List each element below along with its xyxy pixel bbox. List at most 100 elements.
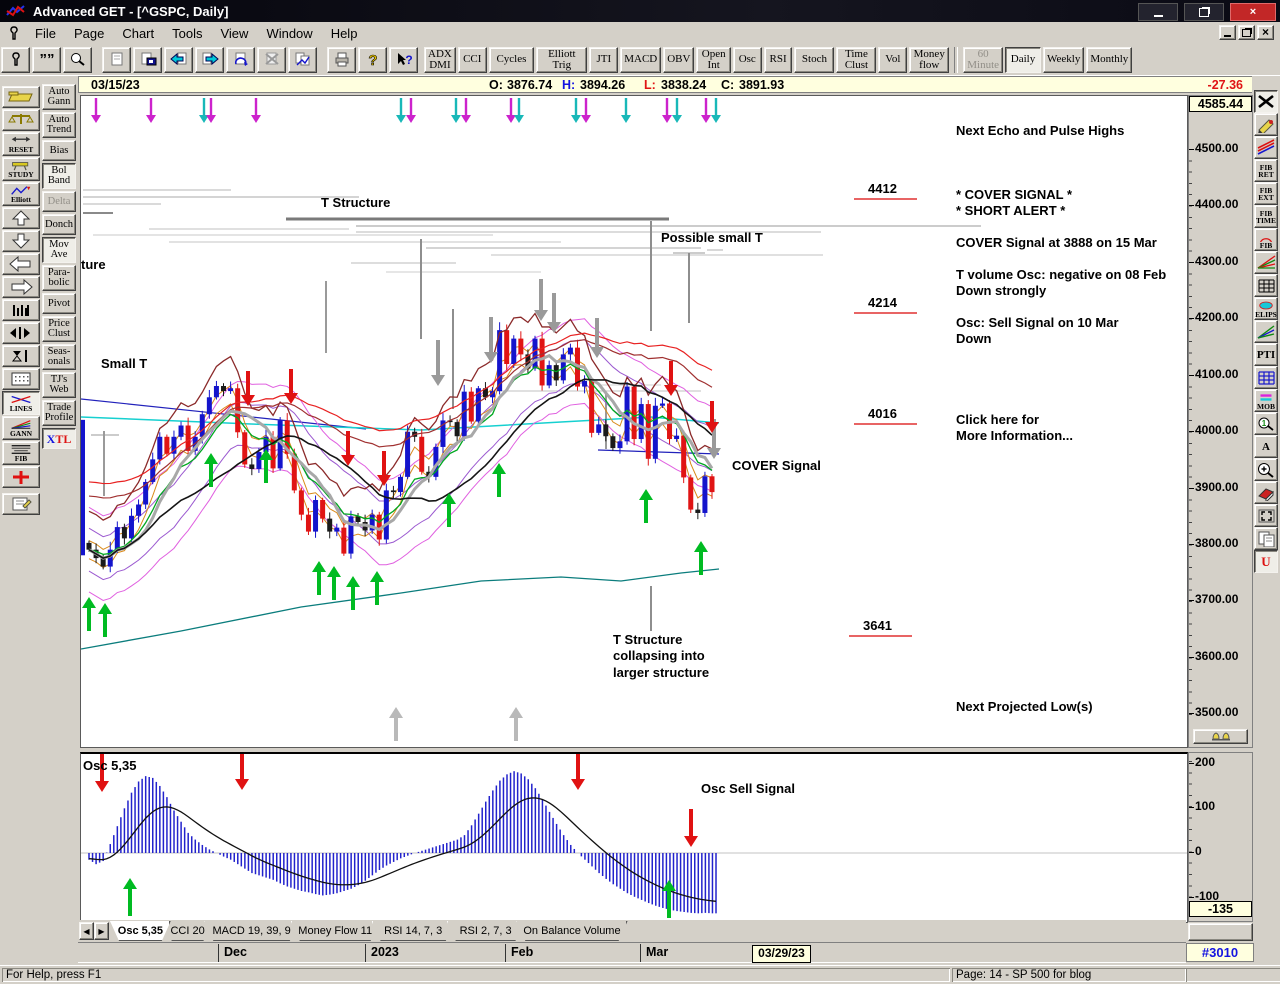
study-button-stoch[interactable]: Stoch [794,46,835,73]
minimize-button[interactable] [1138,3,1178,21]
menu-window[interactable]: Window [257,24,321,43]
osc-axis-blank-button[interactable] [1188,923,1253,941]
period-button-weekly[interactable]: Weekly [1043,46,1085,73]
tab-osc-5-35[interactable]: Osc 5,35 [110,921,171,941]
study-button-open[interactable]: Open Int [696,46,731,73]
fib-extension-button[interactable]: FIB EXT [1254,182,1278,205]
elliott-button[interactable]: Elliott [2,182,40,206]
sidebar-study-tj's-web[interactable]: TJ's Web [42,372,76,398]
fib-button[interactable]: FIB [2,441,40,465]
reset-button[interactable]: RESET [2,132,40,156]
eraser-button[interactable] [1254,481,1278,504]
study-button[interactable]: STUDY [2,157,40,181]
parallel-lines-button[interactable] [1254,136,1278,159]
tab-cci-20[interactable]: CCI 20 [163,921,213,941]
tab-money-flow-11[interactable]: Money Flow 11 [291,921,380,941]
sidebar-study-trade-profile[interactable]: Trade Profile [42,400,76,426]
sidebar-study-seas--onals[interactable]: Seas- onals [42,344,76,370]
indicator-scales-button[interactable] [2,109,40,131]
delete-page-button[interactable] [257,46,286,73]
help-button[interactable]: ? [358,46,387,73]
grid-button[interactable] [1254,274,1278,297]
zoom-in-button[interactable] [1254,458,1278,481]
study-button-macd[interactable]: MACD [620,46,662,73]
copy-pages-button[interactable] [1254,527,1278,550]
period-button-60-minute[interactable]: 60 Minute [963,46,1004,73]
study-button-adx[interactable]: ADX DMI [424,46,456,73]
shuffle-pages-button[interactable] [288,46,317,73]
bar-step-button[interactable] [2,322,40,344]
grid-dots-button[interactable] [2,368,40,390]
mdi-close-button[interactable]: × [1257,25,1274,40]
gann-button[interactable]: GANN [2,416,40,440]
study-button-osc[interactable]: Osc [732,46,762,73]
notes-button[interactable] [2,493,40,515]
fib-time-button[interactable]: FIB TIME [1254,205,1278,228]
tab-scroll-right-button[interactable]: ▶ [94,922,109,940]
reload-page-button[interactable] [226,46,255,73]
fan-lines-button[interactable] [1254,251,1278,274]
sidebar-study-bias[interactable]: Bias [42,140,76,161]
end-date-box[interactable]: 03/29/23 [752,945,811,963]
more-info-link[interactable]: Click here for [956,412,1039,427]
save-page-button[interactable] [133,46,162,73]
sidebar-study-bol-band[interactable]: Bol Band [42,163,76,189]
search-button[interactable] [63,46,92,73]
study-button-vol[interactable]: Vol [878,46,908,73]
tab-on-balance-volume[interactable]: On Balance Volume [516,921,627,941]
text-tool-button[interactable]: A [1254,435,1278,458]
menu-help[interactable]: Help [322,24,367,43]
sidebar-study-auto-gann[interactable]: Auto Gann [42,84,76,110]
context-help-button[interactable]: ? [389,46,418,73]
new-page-button[interactable] [102,46,131,73]
study-button-jti[interactable]: JTI [589,46,619,73]
study-button-time[interactable]: Time Clust [836,46,877,73]
arrow-down-button[interactable] [2,230,40,252]
prev-page-button[interactable] [164,46,193,73]
expand-button[interactable] [1254,504,1278,527]
tab-macd-19-39-9[interactable]: MACD 19, 39, 9 [204,921,298,941]
bar-compress-button[interactable] [2,299,40,321]
mob-button[interactable]: MOB [1254,389,1278,412]
pin-button[interactable] [1,46,30,73]
pitchfork-button[interactable] [1254,320,1278,343]
arrow-up-button[interactable] [2,207,40,229]
sidebar-study-donch[interactable]: Donch [42,214,76,235]
open-folder-button[interactable] [2,86,40,108]
find-value-button[interactable]: 1 [1254,412,1278,435]
fib-arc-button[interactable]: FIB [1254,228,1278,251]
arrow-right-button[interactable] [2,276,40,298]
lines-button[interactable]: LINES [2,391,40,415]
period-button-daily[interactable]: Daily [1005,46,1042,73]
sidebar-study-mov-ave[interactable]: Mov Ave [42,237,76,263]
sidebar-study-pivot[interactable]: Pivot [42,293,76,314]
sidebar-study-xtl[interactable]: XTL [42,428,76,449]
study-button-rsi[interactable]: RSI [763,46,793,73]
study-button-cycles[interactable]: Cycles [488,46,535,73]
mdi-minimize-button[interactable] [1219,25,1236,40]
fib-retracement-button[interactable]: FIB RET [1254,159,1278,182]
print-button[interactable] [327,46,356,73]
chart-document-icon[interactable] [6,25,22,41]
crosshair-plus-button[interactable] [2,466,40,488]
pencil-button[interactable] [1254,113,1278,136]
next-page-button[interactable] [195,46,224,73]
tab-rsi-2-7-3[interactable]: RSI 2, 7, 3 [447,921,525,941]
alerts-bell-button[interactable] [1193,729,1248,744]
study-button-cci[interactable]: CCI [457,46,487,73]
menu-page[interactable]: Page [65,24,113,43]
study-button-money[interactable]: Money flow [909,46,950,73]
arrow-left-button[interactable] [2,253,40,275]
quote-marks-button[interactable]: ”” [32,46,61,73]
pti-button[interactable]: PTI [1254,343,1278,366]
more-info-link[interactable]: More Information... [956,428,1073,443]
undo-button[interactable]: U [1254,550,1278,573]
oscillator-axis[interactable]: 200 100 0 -100 -135 [1188,752,1253,922]
close-button[interactable]: × [1230,3,1276,21]
mdi-restore-button[interactable] [1238,25,1255,40]
period-button-monthly[interactable]: Monthly [1086,46,1133,73]
menu-tools[interactable]: Tools [163,24,211,43]
date-axis[interactable]: Dec 2023 Feb Mar 03/29/23 [78,942,1186,963]
grid-blue-button[interactable] [1254,366,1278,389]
menu-chart[interactable]: Chart [113,24,163,43]
